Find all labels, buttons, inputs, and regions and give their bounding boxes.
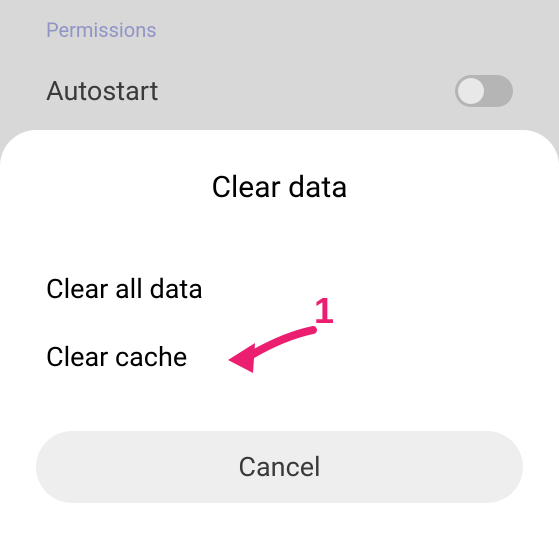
cancel-button[interactable]: Cancel [36,431,523,503]
clear-data-modal: Clear data Clear all data Clear cache Ca… [0,130,559,536]
clear-cache-option[interactable]: Clear cache [0,323,559,391]
autostart-row: Autostart [0,75,559,107]
autostart-toggle[interactable] [455,75,513,107]
permissions-link[interactable]: Permissions [46,18,157,42]
toggle-knob [458,78,484,104]
autostart-label: Autostart [46,75,158,107]
clear-all-data-option[interactable]: Clear all data [0,255,559,323]
modal-title: Clear data [0,170,559,205]
